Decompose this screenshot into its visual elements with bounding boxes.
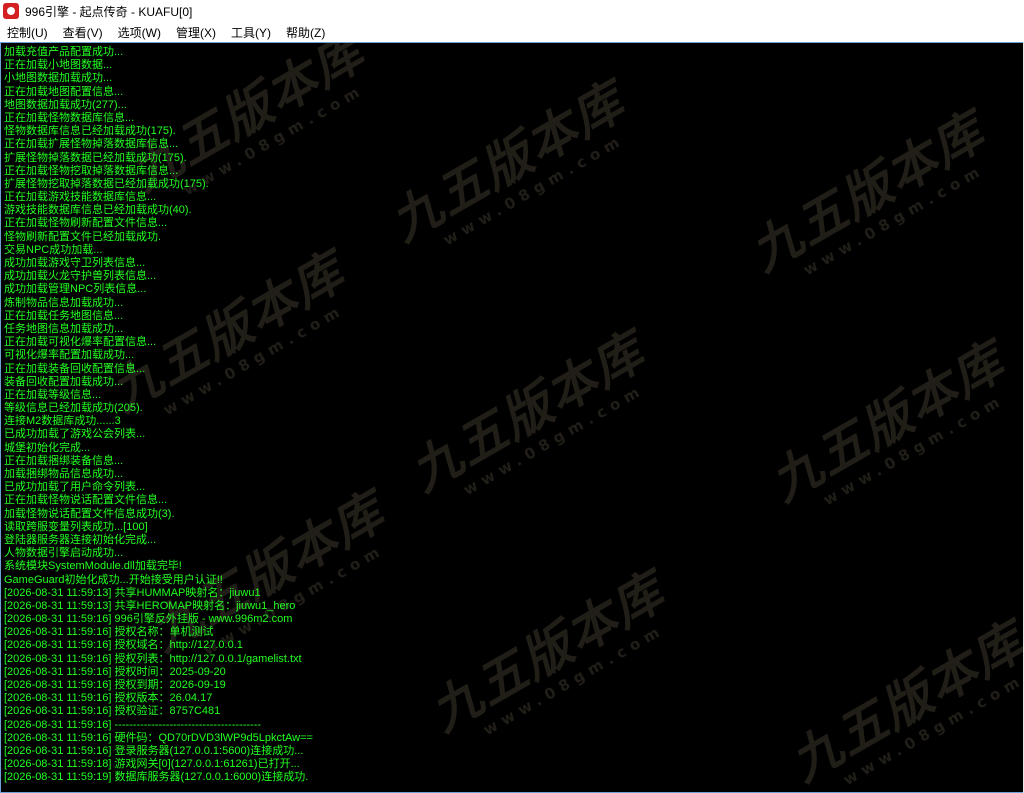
- log-line: 加载捆绑物品信息成功...: [4, 468, 124, 480]
- log-line: 成功加载火龙守护兽列表信息...: [4, 270, 157, 283]
- log-line: 地图数据加载成功(277)...: [4, 98, 127, 111]
- log-line: 小地图数据加载成功...: [4, 72, 113, 85]
- log-line: [2026-08-31 11:59:13] 共享HUMMAP映射名：jiuwu1: [4, 586, 261, 599]
- menu-tools[interactable]: 工具(Y): [224, 24, 279, 41]
- log-line: 已成功加载了用户命令列表...: [4, 481, 146, 494]
- log-line: [2026-08-31 11:59:16] 登录服务器(127.0.0.1:56…: [4, 744, 304, 757]
- log-line: 扩展怪物挖取掉落数据已经加载成功(175).: [4, 177, 209, 190]
- log-line: GameGuard初始化成功...开始接受用户认证!!: [4, 573, 223, 586]
- log-line: [2026-08-31 11:59:16] 授权列表：http://127.0.…: [4, 652, 302, 665]
- log-line: 连接M2数据库成功......3: [4, 415, 121, 428]
- log-line: 已成功加载了游戏公会列表...: [4, 428, 146, 441]
- log-line: 加载充值产品配置成功...: [4, 46, 124, 58]
- log-line: 正在加载小地图数据...: [4, 59, 113, 72]
- title-bar[interactable]: 996引擎 - 起点传奇 - KUAFU[0]: [0, 0, 1024, 22]
- log-line: 怪物数据库信息已经加载成功(175).: [4, 125, 176, 138]
- menu-control[interactable]: 控制(U): [0, 24, 56, 41]
- log-line: 正在加载任务地图信息...: [4, 309, 124, 322]
- log-line: 任务地图信息加载成功...: [4, 322, 124, 335]
- log-line: 正在加载怪物说话配置文件信息...: [4, 494, 168, 507]
- log-line: [2026-08-31 11:59:16] 授权版本：26.04.17: [4, 692, 213, 705]
- log-output[interactable]: 加载充值产品配置成功... 正在加载小地图数据... 小地图数据加载成功... 正在加…: [4, 46, 1023, 792]
- window-title: 996引擎 - 起点传奇 - KUAFU[0]: [25, 4, 193, 19]
- log-line: [2026-08-31 11:59:13] 共享HEROMAP映射名：jiuwu…: [4, 599, 296, 612]
- menu-view[interactable]: 查看(V): [56, 24, 111, 41]
- log-line: 正在加载怪物刷新配置文件信息...: [4, 217, 168, 230]
- log-line: [2026-08-31 11:59:19] 数据库服务器(127.0.0.1:6…: [4, 771, 309, 784]
- log-line: 系统模块SystemModule.dll加载完毕!: [4, 560, 182, 573]
- log-line: [2026-08-31 11:59:16] 996引擎反外挂版 - www.99…: [4, 613, 293, 626]
- menu-manage[interactable]: 管理(X): [169, 24, 224, 41]
- log-line: 炼制物品信息加载成功...: [4, 296, 124, 309]
- log-line: 正在加载地图配置信息...: [4, 85, 124, 98]
- console-log-panel[interactable]: 九五版本库 www.08gm.com 九五版本库 www.08gm.com 九五版本…: [0, 42, 1024, 793]
- log-line: 等级信息已经加载成功(205).: [4, 402, 143, 415]
- app-logo-icon[interactable]: [3, 3, 19, 19]
- log-line: 正在加载可视化爆率配置信息...: [4, 336, 157, 349]
- log-line: 登陆器服务器连接初始化完成...: [4, 533, 157, 546]
- log-line: 人物数据引擎启动成功...: [4, 547, 124, 560]
- log-line: 交易NPC成功加载...: [4, 243, 103, 256]
- log-line: 加载怪物说话配置文件信息成功(3).: [4, 507, 175, 520]
- log-line: [2026-08-31 11:59:16] 授权验证：8757C481: [4, 705, 221, 718]
- log-line: 正在加载等级信息...: [4, 388, 102, 401]
- log-line: 读取跨服变量列表成功...[100]: [4, 520, 148, 533]
- log-line: 正在加载扩展怪物掉落数据库信息...: [4, 138, 179, 151]
- log-line: 正在加载怪物挖取掉落数据库信息...: [4, 164, 179, 177]
- log-line: 可视化爆率配置加载成功...: [4, 349, 135, 362]
- log-line: [2026-08-31 11:59:16] 授权时间：2025-09-20: [4, 665, 226, 678]
- log-line: 扩展怪物掉落数据已经加载成功(175).: [4, 151, 187, 164]
- log-line: [2026-08-31 11:59:18] 游戏网关[0](127.0.0.1:…: [4, 758, 300, 771]
- log-line: 怪物刷新配置文件已经加载成功.: [4, 230, 162, 243]
- log-line: [2026-08-31 11:59:16] 授权到期：2026-09-19: [4, 679, 226, 691]
- log-line: 成功加载管理NPC列表信息...: [4, 283, 147, 296]
- log-line: 成功加载游戏守卫列表信息...: [4, 257, 146, 269]
- log-line: [2026-08-31 11:59:16] 硬件码：QD70rDVD3lWP9d…: [4, 731, 313, 744]
- log-line: 正在加载怪物数据库信息...: [4, 111, 135, 124]
- log-line: [2026-08-31 11:59:16] 授权名称：单机测试: [4, 626, 214, 639]
- log-line: 正在加载装备回收配置信息...: [4, 362, 146, 375]
- menu-help[interactable]: 帮助(Z): [279, 24, 333, 41]
- log-line: 游戏技能数据库信息已经加载成功(40).: [4, 204, 192, 217]
- log-line: 正在加载捆绑装备信息...: [4, 454, 124, 467]
- log-line: [2026-08-31 11:59:16] ------------------…: [4, 718, 262, 731]
- log-line: [2026-08-31 11:59:16] 授权域名：http://127.0.…: [4, 639, 243, 652]
- menu-bar: 控制(U) 查看(V) 选项(W) 管理(X) 工具(Y) 帮助(Z): [0, 22, 1024, 42]
- menu-options[interactable]: 选项(W): [111, 24, 169, 41]
- log-line: 正在加载游戏技能数据库信息...: [4, 191, 157, 204]
- log-line: 城堡初始化完成...: [4, 441, 91, 454]
- log-line: 装备回收配置加载成功...: [4, 375, 124, 388]
